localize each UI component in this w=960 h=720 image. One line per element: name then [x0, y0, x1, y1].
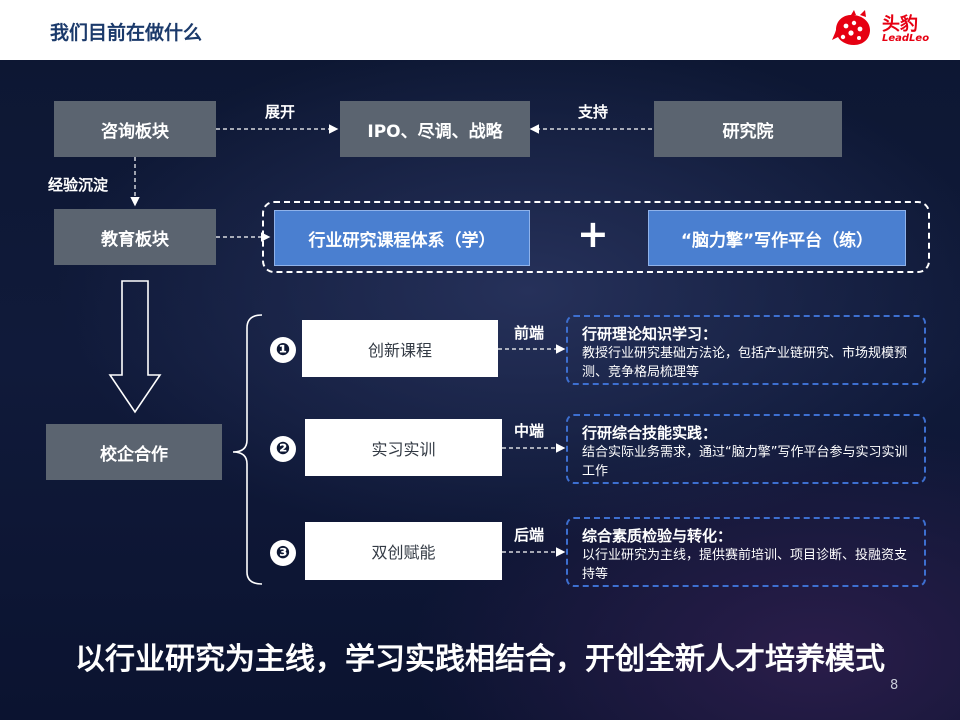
mid-end-desc: 结合实际业务需求，通过“脑力擎”写作平台参与实习实训工作 [582, 445, 908, 479]
experience-label: 经验沉淀 [48, 176, 109, 194]
expand-label: 展开 [265, 103, 296, 121]
plus-sign: + [577, 212, 609, 256]
front-end-title: 行研理论知识学习： [582, 325, 718, 343]
front-end-panel: 行研理论知识学习： 教授行业研究基础方法论，包括产业链研究、市场规模预测、竞争格… [566, 315, 926, 385]
leadleo-logo: 头豹 LeadLeo [830, 8, 948, 54]
back-end-desc: 以行业研究为主线，提供赛前培训、项目诊断、投融资支持等 [582, 548, 908, 582]
front-end-label: 前端 [514, 324, 545, 342]
course-system-box: 行业研究课程体系（学） [274, 210, 530, 266]
hollow-down-arrow [108, 280, 162, 414]
support-label: 支持 [578, 103, 609, 121]
writing-platform-box: “脑力擎”写作平台（练） [648, 210, 906, 266]
front-end-desc: 教授行业研究基础方法论，包括产业链研究、市场规模预测、竞争格局梳理等 [582, 346, 908, 380]
page-number: 8 [890, 678, 899, 693]
slogan: 以行业研究为主线，学习实践相结合，开创全新人才培养模式 [75, 642, 885, 677]
diagram-stage: 咨询板块 展开 IPO、尽调、战略 支持 研究院 经验沉淀 教育板块 行业研究课… [0, 60, 960, 720]
research-institute-box: 研究院 [654, 101, 842, 157]
innovation-course-box: 创新课程 [302, 320, 498, 377]
ipo-box: IPO、尽调、战略 [340, 101, 530, 157]
header: 我们目前在做什么 头豹 LeadLeo [0, 0, 960, 60]
education-block-box: 教育板块 [54, 209, 216, 265]
mid-end-title: 行研综合技能实践： [582, 424, 718, 442]
entrepreneurship-empower-box: 双创赋能 [305, 522, 502, 580]
internship-training-box: 实习实训 [305, 419, 502, 476]
number-1-badge: ❶ [270, 337, 296, 363]
mid-end-label: 中端 [514, 422, 545, 440]
consult-block-box: 咨询板块 [54, 101, 216, 157]
logo-text-en: LeadLeo [882, 33, 930, 44]
page-title: 我们目前在做什么 [50, 22, 203, 44]
number-3-badge: ❸ [270, 540, 296, 566]
leopard-logo-icon [832, 10, 870, 45]
curly-brace [232, 314, 263, 585]
back-end-panel: 综合素质检验与转化： 以行业研究为主线，提供赛前培训、项目诊断、投融资支持等 [566, 517, 926, 587]
back-end-title: 综合素质检验与转化： [582, 527, 733, 545]
number-2-badge: ❷ [270, 436, 296, 462]
school-enterprise-box: 校企合作 [46, 424, 222, 480]
mid-end-panel: 行研综合技能实践： 结合实际业务需求，通过“脑力擎”写作平台参与实习实训工作 [566, 414, 926, 484]
connector-lines [108, 124, 652, 585]
back-end-label: 后端 [514, 526, 545, 544]
